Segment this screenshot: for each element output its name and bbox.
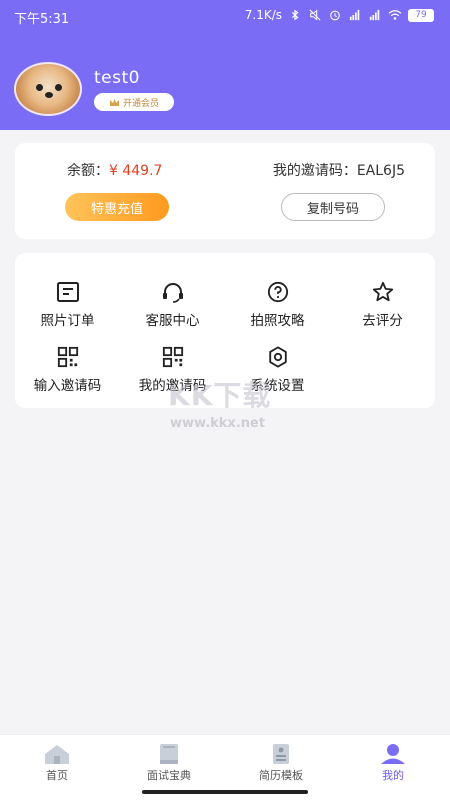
menu-item-enter-invite-code[interactable]: 输入邀请码	[15, 346, 120, 406]
menu-label: 拍照攻略	[250, 313, 305, 329]
signal-icon	[349, 9, 360, 21]
avatar[interactable]	[14, 62, 82, 116]
tab-home[interactable]: 首页	[1, 743, 113, 783]
vip-badge[interactable]: 开通会员	[94, 93, 174, 111]
username: test0	[94, 68, 140, 88]
balance-value: ¥ 449.7	[109, 163, 163, 179]
balance-row: 余额：¥ 449.7	[67, 160, 162, 180]
menu-item-photo-guide[interactable]: 拍照攻略	[225, 281, 330, 341]
watermark-logo: KK下载	[168, 379, 272, 412]
tab-label: 首页	[46, 769, 68, 782]
menu-item-customer-service[interactable]: 客服中心	[120, 281, 225, 341]
invite-code-row: 我的邀请码：EAL6J5	[273, 160, 405, 180]
question-icon	[267, 281, 288, 303]
invite-code-label: 我的邀请码：	[272, 163, 357, 179]
resume-icon	[273, 744, 289, 764]
signal-hd-icon	[369, 9, 380, 21]
recharge-button[interactable]: 特惠充值	[65, 193, 169, 221]
status-time: 下午5:31	[14, 12, 70, 27]
mute-icon	[309, 9, 321, 21]
qrcode-icon	[57, 346, 78, 368]
my-qrcode-icon	[162, 346, 183, 368]
tab-label: 面试宝典	[147, 769, 191, 782]
menu-item-photo-orders[interactable]: 照片订单	[15, 281, 120, 341]
tab-mine[interactable]: 我的	[337, 743, 449, 783]
home-indicator	[142, 790, 308, 794]
menu-label: 去评分	[362, 313, 403, 329]
headset-icon	[162, 283, 183, 303]
copy-code-button[interactable]: 复制号码	[281, 193, 385, 221]
menu-label: 照片订单	[40, 313, 95, 329]
tab-interview-guide[interactable]: 面试宝典	[113, 743, 225, 783]
balance-card: 余额：¥ 449.7 我的邀请码：EAL6J5 特惠充值 复制号码	[15, 143, 435, 239]
photo-order-icon	[56, 282, 79, 302]
battery-indicator: 79	[408, 8, 434, 22]
gear-icon	[268, 346, 287, 368]
home-icon	[45, 745, 69, 764]
bluetooth-icon	[292, 9, 299, 21]
menu-item-rate[interactable]: 去评分	[330, 281, 435, 341]
wifi-icon	[388, 10, 402, 20]
vip-badge-label: 开通会员	[122, 98, 159, 109]
vip-crown-icon	[109, 98, 119, 106]
book-icon	[160, 744, 178, 764]
watermark-url: www.kkx.net	[170, 416, 266, 431]
network-speed: 7.1K/s	[244, 8, 282, 22]
user-icon	[381, 744, 405, 764]
tab-label: 我的	[382, 769, 404, 782]
star-icon	[372, 281, 393, 302]
tab-resume-templates[interactable]: 简历模板	[225, 743, 337, 783]
alarm-icon	[330, 10, 340, 21]
menu-label: 输入邀请码	[33, 378, 102, 394]
status-icons: 7.1K/s 79	[245, 8, 434, 22]
balance-label: 余额：	[67, 163, 109, 179]
menu-label: 客服中心	[145, 313, 200, 329]
tab-label: 简历模板	[259, 769, 303, 782]
status-bar: 下午5:31 7.1K/s 79	[0, 0, 450, 32]
invite-code-value: EAL6J5	[356, 163, 405, 179]
